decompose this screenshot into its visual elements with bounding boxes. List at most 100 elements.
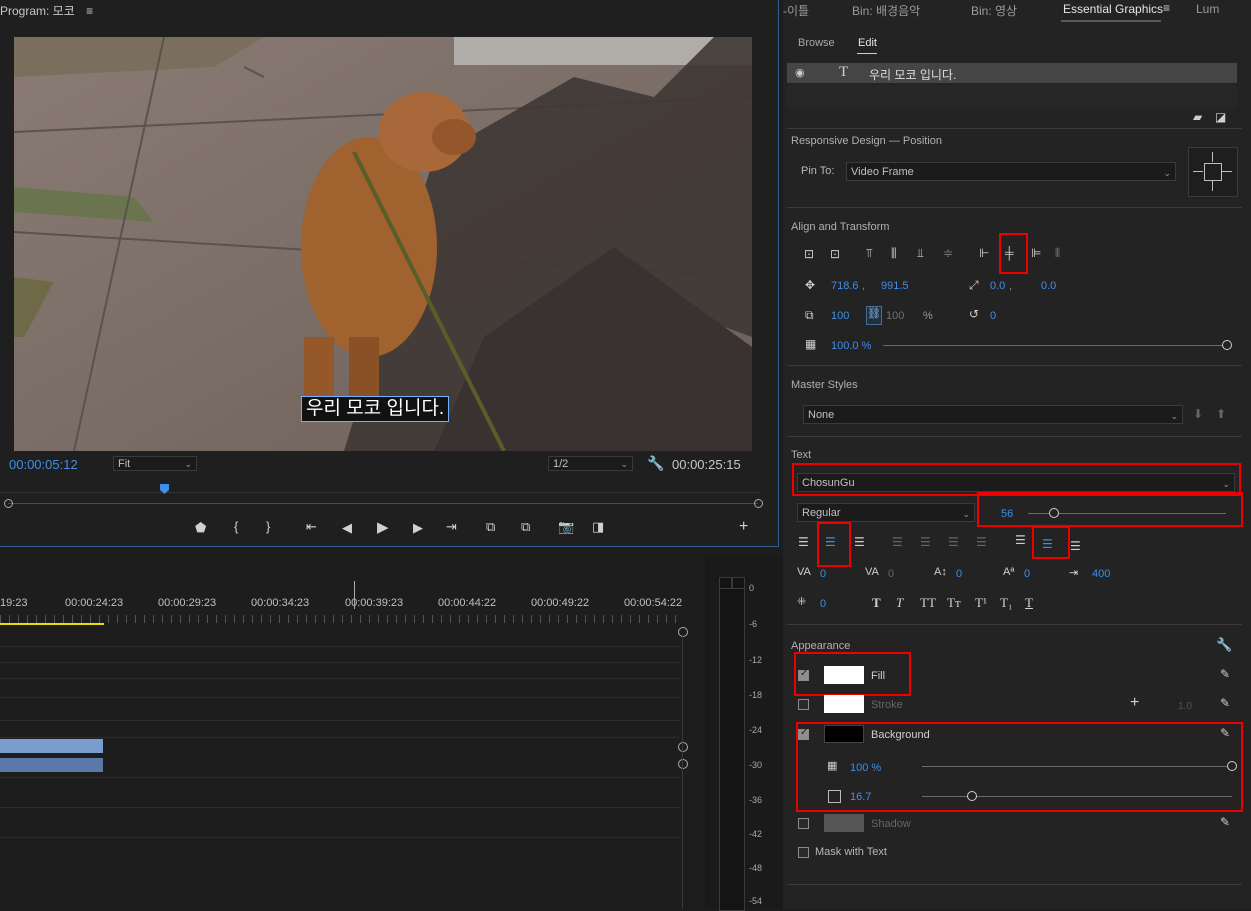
rotation-value[interactable]: 0 [990,310,996,322]
opacity-slider-knob[interactable] [1222,340,1232,350]
add-button-icon[interactable]: + [739,518,748,536]
layer-row[interactable]: ◉ T 우리 모코 입니다. [787,63,1237,83]
background-opacity-knob[interactable] [1227,761,1237,771]
new-layer-icon[interactable]: ◪ [1215,110,1226,124]
program-title[interactable]: Program: 모코 ≡ [0,2,93,19]
scroll-handle[interactable] [678,742,688,752]
scrub-end-handle[interactable] [754,499,763,508]
add-marker-icon[interactable]: ⬟ [195,520,206,536]
anchor-y[interactable]: 0.0 [1041,280,1056,292]
opacity-slider[interactable] [883,345,1227,346]
align-right-icon[interactable]: ⊫ [1031,246,1041,260]
position-y[interactable]: 991.5 [881,280,909,292]
subscript-icon[interactable]: T₁ [1000,595,1012,611]
justify-all-icon[interactable]: ☰ [976,535,987,549]
panel-menu-icon[interactable]: ≡ [1163,1,1170,15]
fill-color-swatch[interactable] [824,666,864,684]
play-icon[interactable]: ▶ [377,518,389,536]
align-middle-icon[interactable]: ⫼ [891,246,897,261]
background-color-swatch[interactable] [824,725,864,743]
eyedropper-icon[interactable]: ✎ [1220,815,1230,829]
baseline-value[interactable]: 0 [1024,568,1030,580]
tsume-value[interactable]: 400 [1092,568,1110,580]
eyedropper-icon[interactable]: ✎ [1220,667,1230,681]
folder-icon[interactable]: ▰ [1193,110,1202,124]
background-opacity-slider[interactable] [922,766,1232,767]
compare-icon[interactable]: ◨ [592,519,604,535]
zoom-dropdown[interactable]: Fit ⌄ [113,456,197,471]
align-top-icon[interactable]: ⫪ [866,246,873,261]
all-caps-icon[interactable]: TT [920,595,936,611]
add-stroke-icon[interactable]: + [1130,694,1139,712]
scroll-handle[interactable] [678,627,688,637]
push-down-icon[interactable]: ⬇ [1193,407,1203,421]
center-text-icon[interactable]: ☰ [825,535,836,549]
mark-in-icon[interactable]: { [234,519,238,534]
align-horizontal-center-icon[interactable]: ⊡ [830,247,840,261]
background-opacity-value[interactable]: 100 % [850,762,881,774]
kerning-value[interactable]: 0 [820,568,826,580]
subtab-edit[interactable]: Edit [858,37,877,49]
shadow-checkbox[interactable] [798,818,809,829]
background-checkbox[interactable] [798,727,809,740]
eyedropper-icon[interactable]: ✎ [1220,696,1230,710]
leading-value[interactable]: 0 [956,568,962,580]
tab-bin-video[interactable]: Bin: 영상 [971,2,1017,19]
tab-essential-graphics[interactable]: Essential Graphics [1063,2,1163,16]
superscript-icon[interactable]: T¹ [975,595,987,611]
tab-width-value[interactable]: 0 [820,598,826,610]
tab-captions[interactable]: -이틀 [783,2,809,19]
align-left-icon[interactable]: ⊩ [979,246,989,260]
link-icon[interactable]: ⛓ [866,306,882,325]
background-size-value[interactable]: 16.7 [850,791,871,803]
video-frame[interactable]: 우리 모코 입니다. [14,37,752,451]
align-text-left-icon[interactable]: ☰ [798,535,809,549]
distribute-horizontal-icon[interactable]: ⫴ [1055,246,1060,261]
go-to-in-icon[interactable]: ⇤ [306,519,317,535]
background-size-knob[interactable] [966,791,977,801]
wrench-icon[interactable]: 🔧 [647,455,664,472]
distribute-vertical-icon[interactable]: ≑ [943,246,953,260]
align-text-bottom-icon[interactable]: ☰ [1070,539,1081,553]
scrollbar-track[interactable] [682,635,683,909]
justify-right-icon[interactable]: ☰ [948,535,959,549]
shadow-color-swatch[interactable] [824,814,864,832]
scale-value[interactable]: 100 [831,310,849,322]
video-clip[interactable] [0,758,103,772]
panel-menu-icon[interactable]: ≡ [86,4,93,18]
font-size-value[interactable]: 56 [1001,508,1013,520]
scrub-start-handle[interactable] [4,499,13,508]
camera-icon[interactable]: 📷 [558,519,574,535]
pin-center-icon[interactable] [1204,163,1222,181]
pin-widget[interactable] [1188,147,1238,197]
underline-icon[interactable]: T [1025,595,1033,611]
scrub-track[interactable] [8,503,758,504]
align-text-top-icon[interactable]: ☰ [1015,533,1026,547]
work-area-bar[interactable] [0,623,104,625]
tab-bin-music[interactable]: Bin: 배경음악 [852,2,920,19]
lift-icon[interactable]: ⧉ [486,519,495,535]
pin-to-dropdown[interactable]: Video Frame ⌄ [846,162,1176,181]
font-size-slider-knob[interactable] [1048,508,1059,518]
font-style-dropdown[interactable]: Regular ⌄ [797,503,975,522]
align-vertical-center-icon[interactable]: ⊡ [804,247,814,261]
step-back-icon[interactable]: ◀ [342,520,352,536]
position-x[interactable]: 718.6 [831,280,859,292]
justify-left-icon[interactable]: ☰ [892,535,903,549]
align-bottom-icon[interactable]: ⫫ [917,246,924,261]
eyedropper-icon[interactable]: ✎ [1220,726,1230,740]
go-to-out-icon[interactable]: ⇥ [446,519,457,535]
video-clip[interactable] [0,739,103,753]
tab-lumetri[interactable]: Lum [1196,2,1219,16]
align-center-icon[interactable]: ╪ [1005,246,1014,260]
eye-icon[interactable]: ◉ [795,66,805,79]
push-up-icon[interactable]: ⬆ [1216,407,1226,421]
faux-bold-icon[interactable]: T [872,595,881,611]
anchor-x[interactable]: 0.0 [990,280,1005,292]
justify-center-icon[interactable]: ☰ [920,535,931,549]
timeline-playhead[interactable] [354,581,355,609]
fill-checkbox[interactable] [798,668,809,681]
master-styles-dropdown[interactable]: None ⌄ [803,405,1183,424]
subtab-browse[interactable]: Browse [798,37,835,49]
small-caps-icon[interactable]: Tт [947,595,961,611]
